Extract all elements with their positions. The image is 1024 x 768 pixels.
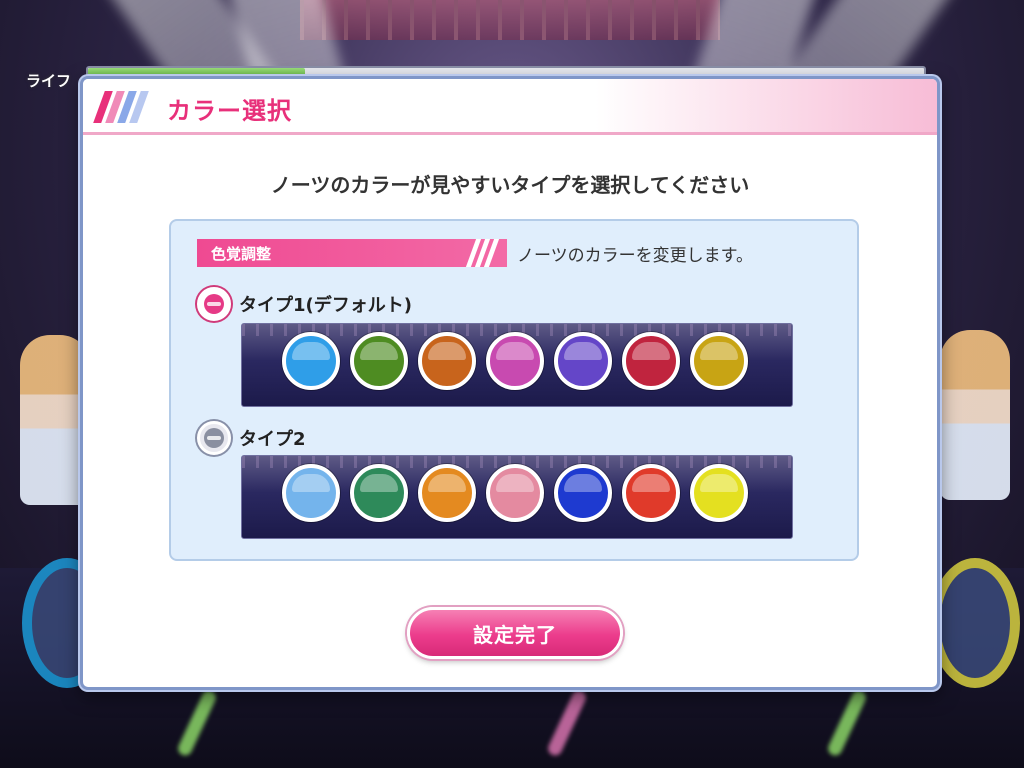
note-circle (418, 332, 476, 390)
note-circle (554, 464, 612, 522)
dialog-header: カラー選択 (83, 79, 937, 135)
note-circle (690, 464, 748, 522)
radio-dot-icon (204, 428, 224, 448)
option-type1-label: タイプ1(デフォルト) (239, 295, 412, 316)
instruction-text: ノーツのカラーが見やすいタイプを選択してください (270, 173, 750, 197)
stage-truss (300, 0, 720, 40)
note-circle (622, 332, 680, 390)
note-circle (486, 464, 544, 522)
note-circle (282, 332, 340, 390)
tag-stripes-decoration (465, 239, 501, 267)
preview-type2 (241, 455, 793, 539)
note-circle (486, 332, 544, 390)
radio-dot-icon (204, 294, 224, 314)
note-circle (690, 332, 748, 390)
section-tag-label: 色覚調整 (211, 245, 272, 263)
confirm-button[interactable]: 設定完了 (407, 607, 623, 659)
life-label: ライフ (26, 72, 72, 90)
option-type2-label: タイプ2 (239, 429, 306, 450)
notes-row-type2 (282, 464, 748, 522)
section-tag: 色覚調整 (197, 239, 507, 267)
note-circle (282, 464, 340, 522)
character-right (940, 330, 1010, 500)
notes-row-type1 (282, 332, 748, 390)
option-type2[interactable]: タイプ2 (197, 421, 306, 455)
header-stripes-decoration (93, 91, 151, 123)
color-select-dialog: カラー選択 ノーツのカラーが見やすいタイプを選択してください 色覚調整 ノーツの… (80, 76, 940, 690)
dialog-title: カラー選択 (167, 97, 292, 125)
note-circle (554, 332, 612, 390)
note-circle (350, 332, 408, 390)
radio-type1[interactable] (197, 287, 231, 321)
note-circle (350, 464, 408, 522)
option-type1[interactable]: タイプ1(デフォルト) (197, 287, 412, 321)
options-panel: 色覚調整 ノーツのカラーを変更します。 タイプ1(デフォルト) タイプ2 (169, 219, 859, 561)
note-circle (418, 464, 476, 522)
lane-ring-right (930, 558, 1020, 688)
note-circle (622, 464, 680, 522)
preview-type1 (241, 323, 793, 407)
radio-type2[interactable] (197, 421, 231, 455)
section-description: ノーツのカラーを変更します。 (517, 246, 753, 266)
